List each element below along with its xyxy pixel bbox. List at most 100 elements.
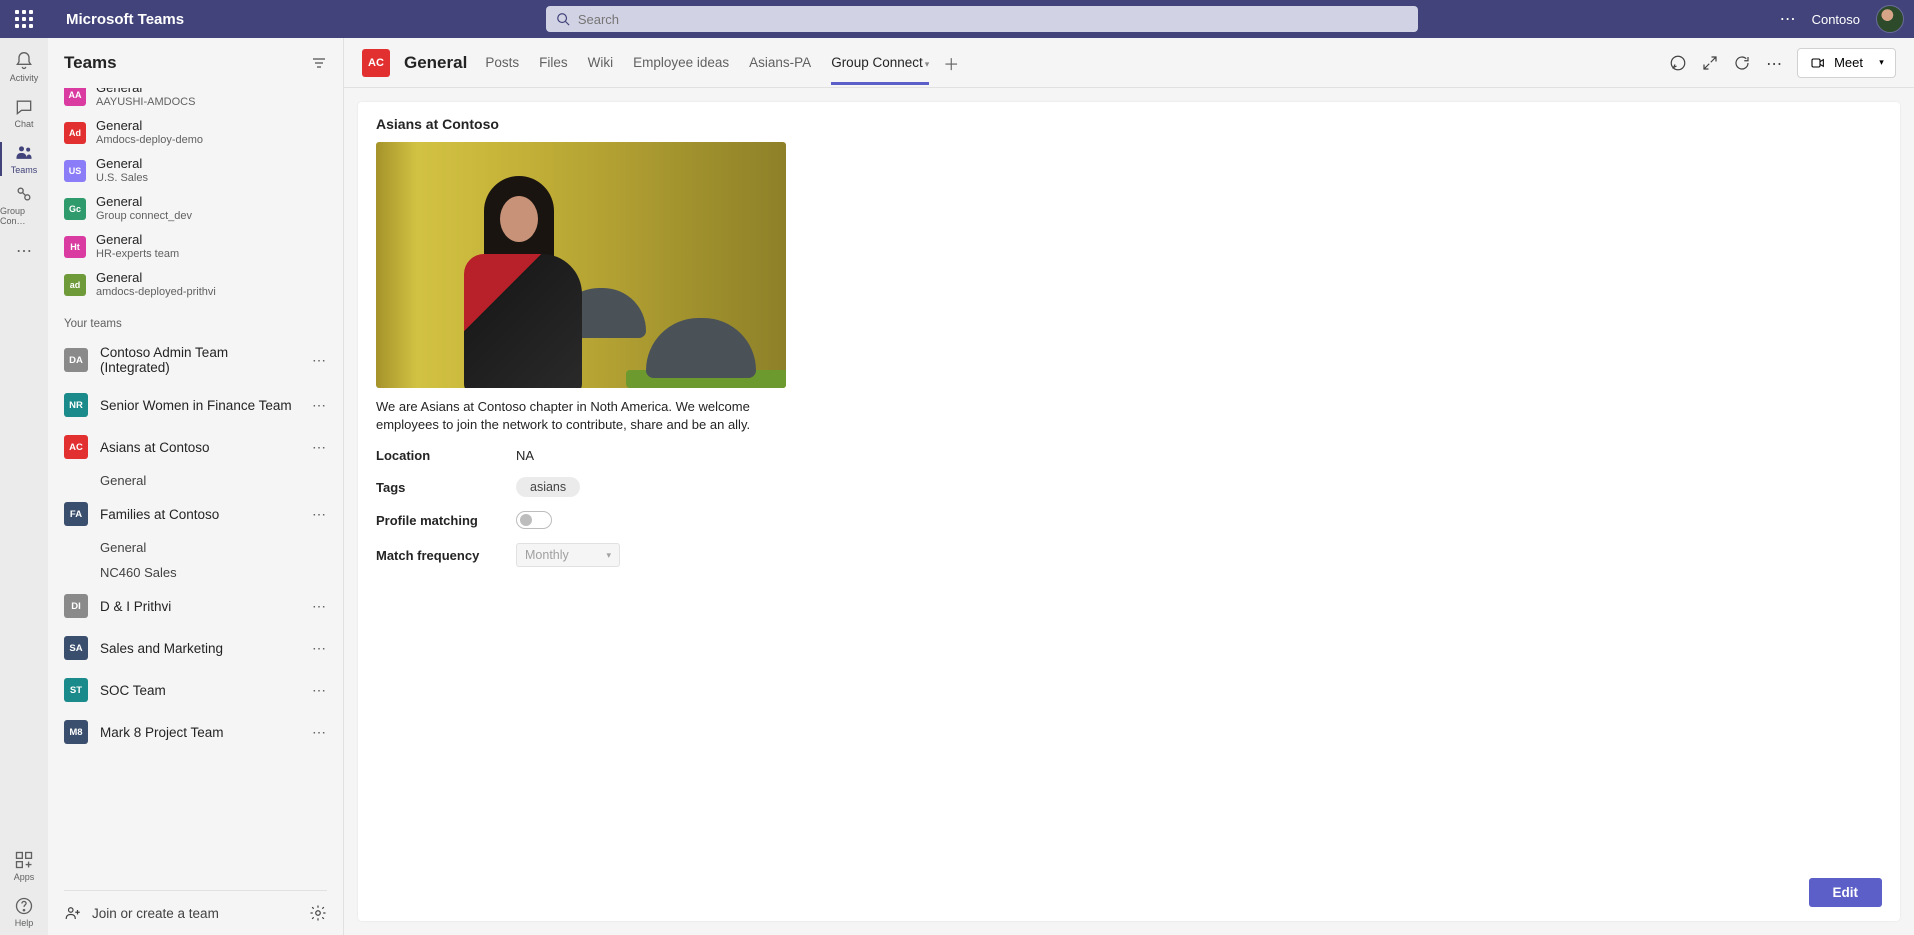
rail-chat[interactable]: Chat — [0, 90, 48, 136]
user-avatar[interactable] — [1876, 5, 1904, 33]
team-avatar: ST — [64, 678, 88, 702]
panel-title: Teams — [64, 53, 117, 73]
expand-icon[interactable] — [1701, 54, 1719, 72]
group-title: Asians at Contoso — [376, 116, 1882, 132]
meet-dropdown-button[interactable]: ▾ — [1868, 48, 1896, 78]
team-name: SOC Team — [100, 683, 300, 698]
teams-icon — [14, 143, 34, 163]
match-frequency-select[interactable]: Monthly ▾ — [516, 543, 620, 567]
tab-employee-ideas[interactable]: Employee ideas — [633, 41, 729, 84]
team-item[interactable]: AC Asians at Contoso ⋯ — [48, 426, 343, 468]
team-name: Senior Women in Finance Team — [100, 398, 300, 413]
team-more-button[interactable]: ⋯ — [312, 506, 327, 523]
team-name: Mark 8 Project Team — [100, 725, 300, 740]
team-more-button[interactable]: ⋯ — [312, 439, 327, 456]
title-bar: Microsoft Teams ⋯ Contoso — [0, 0, 1914, 38]
recent-channel-item[interactable]: US General U.S. Sales — [48, 152, 343, 190]
channel-item[interactable]: General — [48, 535, 343, 560]
team-item[interactable]: FA Families at Contoso ⋯ — [48, 493, 343, 535]
chevron-down-icon: ▾ — [606, 550, 611, 561]
tab-wiki[interactable]: Wiki — [588, 41, 614, 84]
channel-avatar: AC — [362, 49, 390, 77]
channel-team-name: amdocs-deployed-prithvi — [96, 286, 216, 300]
team-avatar: DI — [64, 594, 88, 618]
team-item[interactable]: ST SOC Team ⋯ — [48, 669, 343, 711]
refresh-icon[interactable] — [1733, 54, 1751, 72]
team-more-button[interactable]: ⋯ — [312, 352, 327, 369]
team-name: Sales and Marketing — [100, 641, 300, 656]
recent-channel-item[interactable]: AA General AAYUSHI-AMDOCS — [48, 88, 343, 114]
channel-avatar: Ad — [64, 122, 86, 144]
chat-icon — [14, 97, 34, 117]
location-label: Location — [376, 448, 516, 463]
team-item[interactable]: M8 Mark 8 Project Team ⋯ — [48, 711, 343, 753]
app-launcher-button[interactable] — [0, 0, 48, 38]
channel-item[interactable]: General — [48, 468, 343, 493]
channel-item[interactable]: NC460 Sales — [48, 560, 343, 585]
add-tab-button[interactable]: ＋ — [943, 51, 959, 75]
more-menu-button[interactable]: ⋯ — [1780, 9, 1796, 29]
tab-group-connect[interactable]: Group Connect▾ — [831, 41, 929, 84]
rail-more[interactable]: ⋯ — [0, 228, 48, 274]
join-create-team[interactable]: Join or create a team — [48, 891, 343, 935]
profile-matching-toggle[interactable] — [516, 511, 552, 529]
rail-teams[interactable]: Teams — [0, 136, 48, 182]
teams-panel: Teams AA General AAYUSHI-AMDOCSAd Genera… — [48, 38, 344, 935]
app-rail: Activity Chat Teams Group Con… ⋯ Apps He… — [0, 38, 48, 935]
channel-avatar: Ht — [64, 236, 86, 258]
team-item[interactable]: NR Senior Women in Finance Team ⋯ — [48, 384, 343, 426]
tenant-name[interactable]: Contoso — [1812, 12, 1860, 27]
tab-files[interactable]: Files — [539, 41, 568, 84]
tab-asians-pa[interactable]: Asians-PA — [749, 41, 811, 84]
team-more-button[interactable]: ⋯ — [312, 682, 327, 699]
channel-title: General — [404, 53, 467, 73]
team-item[interactable]: DA Contoso Admin Team (Integrated) ⋯ — [48, 336, 343, 384]
section-your-teams: Your teams — [48, 304, 343, 336]
more-options-button[interactable]: ⋯ — [1765, 54, 1783, 72]
conversation-icon[interactable] — [1669, 54, 1687, 72]
search-box[interactable] — [546, 6, 1418, 32]
edit-button[interactable]: Edit — [1809, 878, 1883, 907]
apps-icon — [14, 850, 34, 870]
video-icon — [1810, 55, 1826, 71]
recent-channel-item[interactable]: Gc General Group connect_dev — [48, 190, 343, 228]
channel-name: General — [96, 232, 179, 248]
team-avatar: AC — [64, 435, 88, 459]
channel-avatar: AA — [64, 88, 86, 106]
team-more-button[interactable]: ⋯ — [312, 724, 327, 741]
channel-avatar: Gc — [64, 198, 86, 220]
group-hero-image — [376, 142, 786, 388]
filter-icon[interactable] — [311, 55, 327, 71]
team-more-button[interactable]: ⋯ — [312, 640, 327, 657]
team-item[interactable]: SA Sales and Marketing ⋯ — [48, 627, 343, 669]
team-more-button[interactable]: ⋯ — [312, 598, 327, 615]
channel-team-name: HR-experts team — [96, 248, 179, 262]
tag-chip: asians — [516, 477, 580, 497]
group-description: We are Asians at Contoso chapter in Noth… — [376, 398, 786, 434]
recent-channel-item[interactable]: ad General amdocs-deployed-prithvi — [48, 266, 343, 304]
channel-name: General — [96, 88, 195, 96]
channel-name: General — [96, 270, 216, 286]
tab-posts[interactable]: Posts — [485, 41, 519, 84]
team-name: Contoso Admin Team (Integrated) — [100, 345, 300, 375]
ellipsis-icon: ⋯ — [16, 241, 32, 261]
rail-apps[interactable]: Apps — [0, 843, 48, 889]
content-area: AC General Posts Files Wiki Employee ideas A… — [344, 38, 1914, 935]
team-item[interactable]: DI D & I Prithvi ⋯ — [48, 585, 343, 627]
recent-channel-item[interactable]: Ad General Amdocs-deploy-demo — [48, 114, 343, 152]
match-frequency-label: Match frequency — [376, 548, 516, 563]
channel-team-name: Amdocs-deploy-demo — [96, 134, 203, 148]
channel-avatar: ad — [64, 274, 86, 296]
rail-activity[interactable]: Activity — [0, 44, 48, 90]
meet-button[interactable]: Meet — [1797, 48, 1876, 78]
team-avatar: SA — [64, 636, 88, 660]
team-avatar: DA — [64, 348, 88, 372]
rail-help[interactable]: Help — [0, 889, 48, 935]
search-input[interactable] — [578, 12, 1408, 27]
chevron-down-icon: ▾ — [1879, 57, 1884, 68]
channel-name: General — [96, 156, 148, 172]
recent-channel-item[interactable]: Ht General HR-experts team — [48, 228, 343, 266]
gear-icon[interactable] — [309, 904, 327, 922]
rail-group-connect[interactable]: Group Con… — [0, 182, 48, 228]
team-more-button[interactable]: ⋯ — [312, 397, 327, 414]
